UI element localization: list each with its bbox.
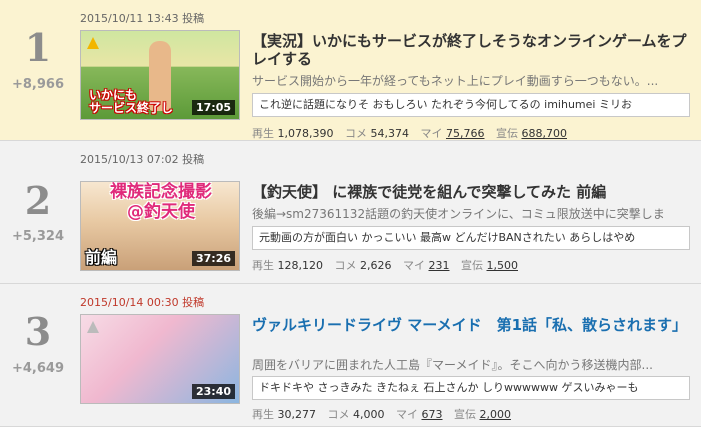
- mylist-label: マイ: [403, 259, 425, 272]
- latest-comments: 元動画の方が面白い かっこいい 最高w どんだけBANされたい あらしはやめ: [252, 226, 690, 250]
- ad-label: 宣伝: [461, 259, 483, 272]
- rank-points: +4,649: [11, 361, 64, 376]
- ranking-item: 2 +5,324 2015/10/13 07:02 投稿 裸族記念撮影 @釣天使…: [0, 141, 701, 284]
- latest-comments: これ逆に話題になりそ おもしろい たれぞう今何してるの imihumei ミリお: [252, 93, 690, 117]
- rank-number: 2: [24, 178, 52, 223]
- video-duration: 17:05: [191, 100, 235, 115]
- rank-number: 1: [24, 25, 52, 70]
- posted-date: 2015/10/13 07:02 投稿: [80, 153, 205, 166]
- ad-label: 宣伝: [495, 127, 518, 140]
- views-label: 再生: [252, 408, 274, 421]
- video-duration: 37:26: [191, 251, 235, 266]
- thumbnail-part-label: 前編: [85, 248, 118, 267]
- mylist-label: マイ: [420, 127, 443, 140]
- video-description: サービス開始から一年が経ってもネット上にプレイ動画すら一つもない。...: [252, 74, 659, 88]
- video-stats: 再生 30,277 コメ 4,000 マイ 673 宣伝 2,000: [252, 406, 519, 422]
- posted-date: 2015/10/14 00:30 投稿: [80, 296, 205, 309]
- comments-label: コメ: [344, 127, 367, 140]
- new-badge-icon: [87, 321, 99, 333]
- latest-comments: ドキドキや さっきみた きたねぇ 石上さんか しりwwwwww ゲスいみゃーも: [252, 376, 690, 400]
- views-count: 30,277: [277, 408, 317, 421]
- comments-count: 2,626: [360, 259, 392, 272]
- rank-points: +8,966: [11, 77, 64, 92]
- video-title[interactable]: 【釣天使】 に裸族で徒党を組んで突撃してみた 前編: [252, 183, 692, 201]
- new-badge-icon: [87, 37, 99, 49]
- video-description: 周囲をバリアに囲まれた人工島『マーメイド』。そこへ向かう移送機内部...: [252, 358, 653, 372]
- comments-label: コメ: [334, 259, 357, 272]
- video-duration: 23:40: [191, 384, 235, 399]
- comments-label: コメ: [327, 408, 350, 421]
- mylist-link[interactable]: 673: [422, 408, 443, 421]
- ad-label: 宣伝: [454, 408, 476, 421]
- ad-link[interactable]: 688,700: [521, 127, 567, 140]
- rank-number: 3: [24, 309, 52, 354]
- mylist-link[interactable]: 231: [429, 259, 450, 272]
- video-title[interactable]: ヴァルキリードライヴ マーメイド 第1話「私、散らされます」: [252, 316, 692, 334]
- comments-count: 54,374: [370, 127, 409, 140]
- views-label: 再生: [252, 127, 274, 140]
- video-thumbnail[interactable]: いかにも サービス終了し 17:05: [80, 30, 240, 120]
- video-stats: 再生 1,078,390 コメ 54,374 マイ 75,766 宣伝 688,…: [252, 125, 575, 141]
- video-description: 後編→sm27361132話題の釣天使オンラインに、コミュ限放送中に突撃しま: [252, 207, 665, 221]
- views-label: 再生: [252, 259, 274, 272]
- thumbnail-caption: いかにも サービス終了し: [89, 88, 174, 115]
- thumbnail-caption: 裸族記念撮影 @釣天使: [110, 182, 212, 222]
- video-title[interactable]: 【実況】いかにもサービスが終了しそうなオンラインゲームをプレイする: [252, 32, 692, 68]
- posted-date: 2015/10/11 13:43 投稿: [80, 12, 205, 25]
- video-thumbnail[interactable]: 23:40: [80, 314, 240, 404]
- video-stats: 再生 128,120 コメ 2,626 マイ 231 宣伝 1,500: [252, 257, 526, 273]
- mylist-label: マイ: [396, 408, 418, 421]
- views-count: 1,078,390: [277, 127, 334, 140]
- mylist-link[interactable]: 75,766: [446, 127, 485, 140]
- ranking-item: 3 +4,649 2015/10/14 00:30 投稿 23:40 ヴァルキリ…: [0, 284, 701, 427]
- ad-link[interactable]: 2,000: [480, 408, 512, 421]
- ranking-item: 1 +8,966 2015/10/11 13:43 投稿 いかにも サービス終了…: [0, 0, 701, 141]
- video-thumbnail[interactable]: 裸族記念撮影 @釣天使 前編 37:26: [80, 181, 240, 271]
- comments-count: 4,000: [353, 408, 385, 421]
- ad-link[interactable]: 1,500: [487, 259, 519, 272]
- views-count: 128,120: [277, 259, 324, 272]
- rank-points: +5,324: [11, 229, 64, 244]
